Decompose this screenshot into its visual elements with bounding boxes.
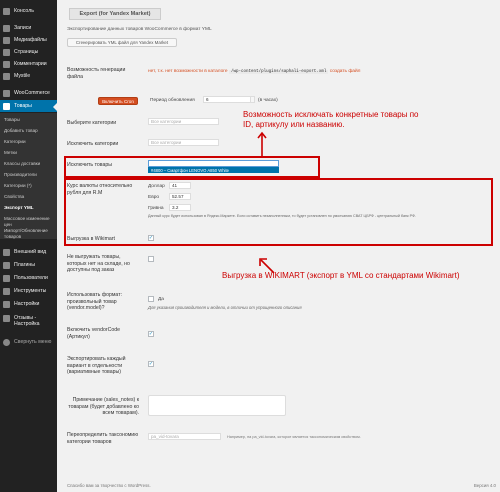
submenu-item-add-product[interactable]: Добавить товар [4,128,38,133]
rate-name-usd: Доллар [148,184,165,189]
sidebar-collapse-menu[interactable]: Свернуть меню [0,336,57,348]
tab-export-yandex[interactable]: Export (for Yandex Market) [69,8,161,20]
main-content: Export (for Yandex Market) Экспортирован… [57,0,500,492]
woocommerce-icon [3,89,10,97]
exclude-categories-label: Исключить категории [67,141,119,147]
period-unit: (в часах) [258,98,278,103]
rate-note: Данный курс будет использован в Яндекс.М… [148,214,416,218]
theme-icon [3,72,10,80]
period-input[interactable]: 6 [203,96,255,103]
sidebar-item-users[interactable]: Пользователи [0,272,57,284]
rate-name-uah: Гривна [148,206,164,211]
submenu-item-shipping-classes[interactable]: Классы доставки [4,161,40,166]
comments-icon [3,60,10,68]
collapse-icon [3,338,10,346]
vendor-model-yes: Да [158,297,164,302]
sidebar-item-comments[interactable]: Комментарии [0,58,57,70]
categories-select[interactable]: Все категории [148,118,219,125]
vendor-model-label: Использовать формат: произвольный товар … [67,292,123,311]
footer-version: Версия 4.0 [473,483,496,488]
sidebar-item-dashboard[interactable]: Консоль [0,5,57,17]
submenu-item-products[interactable]: Товары [4,117,20,122]
vendorcode-label: Включить vendorCode (Артикул) [67,327,120,340]
products-submenu: Товары Добавить товар Категории Метки Кл… [0,113,57,239]
sidebar-item-settings[interactable]: Настройки [0,298,57,310]
submenu-item-tags[interactable]: Метки [4,150,17,155]
no-unavailable-checkbox[interactable] [148,256,154,262]
sidebar-item-mystile[interactable]: Mystile [0,70,57,82]
submenu-item-categories-star[interactable]: Категории (*) [4,183,32,188]
sidebar-item-appearance[interactable]: Внешний вид [0,246,57,258]
pin-icon [3,24,10,32]
period-value: 6 [206,97,209,102]
sidebar-item-plugins[interactable]: Плагины [0,259,57,271]
generation-label: Возможность генерации файла [67,67,126,80]
taxonomy-input[interactable]: pa_vid-tovara [148,433,221,440]
tools-icon [3,287,10,295]
variations-checkbox[interactable] [148,361,154,367]
rate-eur-input[interactable]: 52.57 [169,193,191,200]
appearance-icon [3,248,10,256]
generate-yml-button[interactable]: Сгенерировать YML файл для Yandex Market [67,38,177,47]
sidebar-item-woocommerce[interactable]: WooCommerce [0,87,57,99]
no-unavailable-label: Не выгружать товары, которых нет на скла… [67,254,130,273]
submenu-item-categories[interactable]: Категории [4,139,26,144]
sidebar-item-pages[interactable]: Страницы [0,46,57,58]
rate-name-eur: Евро [148,195,160,200]
period-label: Период обновления [150,98,195,103]
sales-notes-label: Примечание (sales_notes) к товарам (буде… [68,397,139,416]
annotation-exclude: Возможность исключать конкретные товары … [243,110,419,129]
vendor-model-checkbox[interactable] [148,296,154,302]
arrow-up-icon [257,131,267,156]
exclude-categories-select[interactable]: Все категории [148,139,219,146]
cron-button[interactable]: Включить Cron [98,97,138,105]
dashboard-icon [3,7,10,15]
create-file-link[interactable]: создать файл [330,69,361,74]
submenu-item-attributes[interactable]: Свойства [4,194,24,199]
period-spinner[interactable] [250,97,254,102]
plugins-icon [3,261,10,269]
reviews-icon [3,315,10,322]
sidebar-item-posts[interactable]: Записи [0,22,57,34]
exclude-products-label: Исключить товары [67,162,112,168]
sidebar-item-products[interactable]: Товары [0,100,57,112]
sidebar-item-media[interactable]: Медиафайлы [0,34,57,46]
media-icon [3,36,10,44]
sidebar-item-tools[interactable]: Инструменты [0,285,57,297]
taxonomy-label: Переопределить таксономию категории това… [67,432,139,445]
pages-icon [3,48,10,56]
categories-label: Выберите категории [67,120,117,126]
sidebar-item-reviews[interactable]: Отзывы - Настройка [0,315,57,333]
generation-status: нет, т.к. нет возможности в каталоге /wp… [148,69,360,74]
rate-usd-input[interactable]: 41 [169,182,191,189]
sales-notes-textarea[interactable] [148,395,286,416]
wikimart-label: Выгрузка в Wikimart [67,236,115,242]
vendor-model-note: Для указания производителя и модели, в о… [148,305,302,310]
exclude-products-suggestion[interactable]: #4800 – Смартфон LENOVO A850 White [148,167,279,173]
submenu-item-mass-price[interactable]: Массовое изменение цен [4,216,56,227]
settings-icon [3,300,10,308]
vendorcode-checkbox[interactable] [148,331,154,337]
page-intro: Экспортирование данных товаров WooCommer… [67,27,212,32]
generation-status-text: нет, т.к. нет возможности в каталоге [148,69,228,74]
footer-thanks: Спасибо вам за творчество с WordPress. [67,483,151,488]
submenu-item-manufacturers[interactable]: Производители [4,172,37,177]
generation-path: /wp-content/plugins/saphali-export.xml [228,70,329,74]
rate-label: Курс валюты относительно рубля для R.M [67,183,133,196]
users-icon [3,274,10,282]
variations-label: Экспортировать каждый вариант в отдельно… [67,356,126,375]
submenu-item-import[interactable]: Импорт/Обновление товаров [4,228,56,239]
arrow-up-left-icon [259,258,275,274]
admin-sidebar: Консоль Записи Медиафайлы Страницы Комме… [0,0,57,492]
taxonomy-note: Например, на ра_vid-tovara, которое явля… [227,435,361,439]
rate-uah-input[interactable]: 3.2 [169,204,191,211]
exclude-products-input[interactable] [148,160,279,167]
submenu-item-export-yml[interactable]: Экспорт YML [4,205,34,210]
wikimart-checkbox[interactable] [148,235,154,241]
products-icon [3,102,10,110]
